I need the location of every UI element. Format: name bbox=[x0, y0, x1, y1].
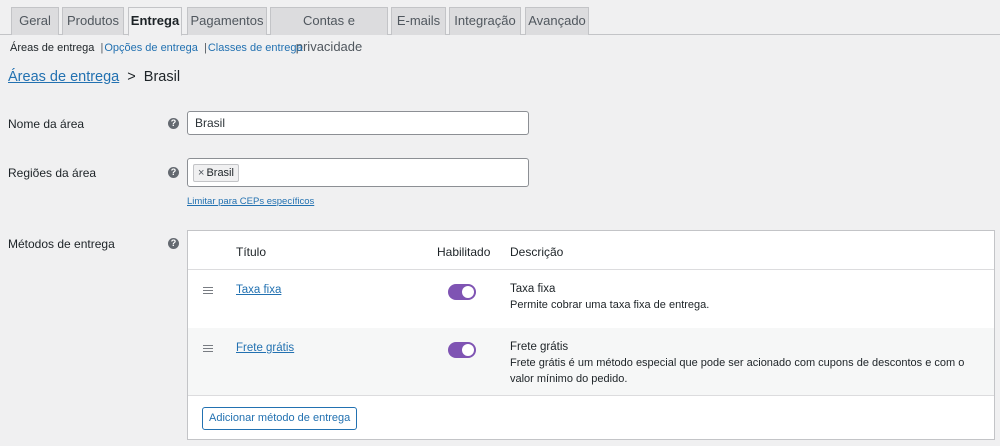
tab-avancado[interactable]: Avançado bbox=[525, 7, 589, 35]
tab-contas-e-privacidade[interactable]: Contas e privacidade bbox=[270, 7, 388, 54]
table-row: Frete grátis Frete grátis Frete grátis é… bbox=[188, 328, 994, 395]
zone-regions-label: Regiões da área bbox=[8, 166, 97, 180]
shipping-methods-help-icon[interactable]: ? bbox=[168, 238, 179, 249]
footer-divider bbox=[188, 395, 994, 396]
breadcrumb-parent-link[interactable]: Áreas de entrega bbox=[8, 69, 119, 85]
shipping-subsections: Áreas de entrega |Opções de entrega |Cla… bbox=[10, 42, 303, 54]
drag-handle-icon[interactable] bbox=[203, 287, 213, 294]
method-enabled-toggle[interactable] bbox=[448, 342, 476, 358]
settings-tabs: Geral Produtos Entrega Pagamentos Contas… bbox=[0, 0, 1000, 54]
method-name-link[interactable]: Taxa fixa bbox=[236, 284, 281, 296]
limit-postcodes-link[interactable]: Limitar para CEPs específicos bbox=[187, 196, 314, 207]
method-name-link[interactable]: Frete grátis bbox=[236, 342, 294, 354]
method-description-text: Permite cobrar uma taxa fixa de entrega. bbox=[510, 299, 710, 311]
zone-name-label: Nome da área bbox=[8, 117, 85, 131]
toggle-knob bbox=[462, 344, 474, 356]
subsection-opcoes-de-entrega[interactable]: Opções de entrega bbox=[104, 42, 198, 54]
add-shipping-method-button[interactable]: Adicionar método de entrega bbox=[202, 407, 358, 430]
tab-entrega[interactable]: Entrega bbox=[128, 7, 182, 36]
zone-regions-select[interactable]: × Brasil bbox=[187, 158, 529, 187]
tab-emails[interactable]: E-mails bbox=[391, 7, 446, 35]
method-description-title: Taxa fixa bbox=[510, 283, 556, 295]
column-header-enabled: Habilitado bbox=[437, 245, 491, 259]
tab-geral[interactable]: Geral bbox=[11, 7, 59, 35]
toggle-knob bbox=[462, 286, 474, 298]
drag-handle-icon[interactable] bbox=[203, 345, 213, 352]
method-description-title: Frete grátis bbox=[510, 341, 569, 353]
breadcrumb-current: Brasil bbox=[143, 69, 181, 85]
table-row: Taxa fixa Taxa fixa Permite cobrar uma t… bbox=[188, 270, 994, 328]
tab-pagamentos[interactable]: Pagamentos bbox=[187, 7, 267, 35]
subsection-separator: | bbox=[203, 42, 207, 54]
column-header-title: Título bbox=[236, 245, 267, 259]
zone-name-help-icon[interactable]: ? bbox=[168, 118, 179, 129]
tab-integracao[interactable]: Integração bbox=[449, 7, 521, 35]
subsection-classes-de-entrega[interactable]: Classes de entrega bbox=[208, 42, 303, 54]
method-enabled-toggle[interactable] bbox=[448, 284, 476, 300]
shipping-methods-table: Título Habilitado Descrição Taxa fixa Ta… bbox=[187, 230, 995, 440]
zone-name-input[interactable] bbox=[187, 111, 529, 135]
region-chip: × Brasil bbox=[193, 164, 239, 182]
shipping-methods-label: Métodos de entrega bbox=[8, 237, 115, 251]
column-header-description: Descrição bbox=[510, 245, 564, 259]
method-description-text: Frete grátis é um método especial que po… bbox=[510, 357, 965, 385]
region-chip-label: Brasil bbox=[206, 167, 234, 179]
breadcrumb-arrow: > bbox=[127, 69, 136, 85]
zone-regions-help-icon[interactable]: ? bbox=[168, 167, 179, 178]
subsection-areas-de-entrega: Áreas de entrega bbox=[10, 42, 95, 54]
tab-produtos[interactable]: Produtos bbox=[62, 7, 124, 35]
breadcrumb: Áreas de entrega > Brasil bbox=[8, 69, 180, 85]
region-chip-remove-icon[interactable]: × bbox=[198, 167, 204, 179]
